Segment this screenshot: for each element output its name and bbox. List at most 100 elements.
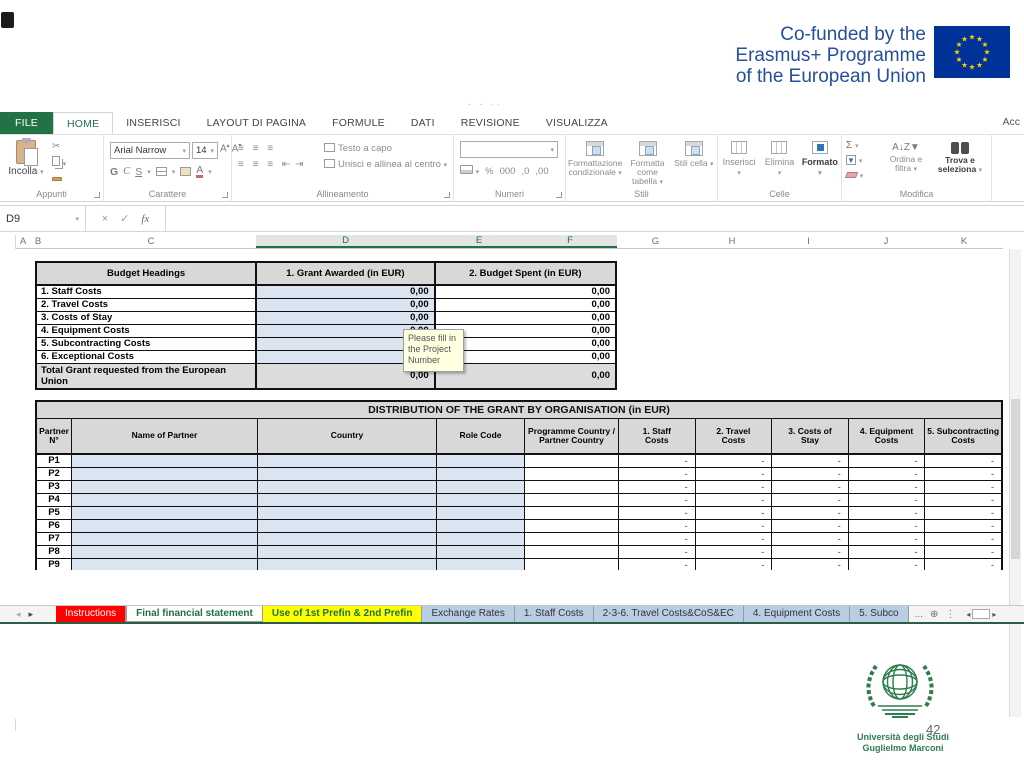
- equipment-costs-cell[interactable]: -: [849, 507, 926, 519]
- programme-country-cell[interactable]: [525, 507, 619, 519]
- travel-costs-cell[interactable]: -: [696, 455, 773, 467]
- country-cell[interactable]: [258, 507, 437, 519]
- role-code-cell[interactable]: [437, 507, 525, 519]
- partner-number-cell[interactable]: P8: [37, 546, 72, 558]
- staff-costs-cell[interactable]: -: [619, 481, 696, 493]
- format-button[interactable]: Formato▾: [801, 140, 839, 187]
- table-header-cell[interactable]: Name of Partner: [72, 419, 258, 453]
- country-cell[interactable]: [258, 520, 437, 532]
- sheet-tab[interactable]: Instructions: [56, 606, 126, 622]
- costs-of-stay-cell[interactable]: -: [772, 455, 849, 467]
- costs-of-stay-cell[interactable]: -: [772, 507, 849, 519]
- costs-of-stay-cell[interactable]: -: [772, 559, 849, 570]
- role-code-cell[interactable]: [437, 546, 525, 558]
- country-cell[interactable]: [258, 533, 437, 545]
- sheet-tab[interactable]: Use of 1st Prefin & 2nd Prefin: [263, 606, 423, 622]
- role-code-cell[interactable]: [437, 468, 525, 480]
- travel-costs-cell[interactable]: -: [696, 468, 773, 480]
- budget-spent-cell[interactable]: 0,00: [436, 299, 615, 311]
- scrollbar-thumb[interactable]: [972, 609, 990, 619]
- name-box[interactable]: D9 ▾: [0, 206, 86, 231]
- cut-button[interactable]: ✂: [52, 141, 66, 152]
- partner-number-cell[interactable]: P3: [37, 481, 72, 493]
- partner-name-cell[interactable]: [72, 455, 258, 467]
- subcontracting-costs-cell[interactable]: -: [925, 546, 1001, 558]
- subcontracting-costs-cell[interactable]: -: [925, 481, 1001, 493]
- insert-function-button[interactable]: fx: [141, 213, 149, 225]
- costs-of-stay-cell[interactable]: -: [772, 520, 849, 532]
- programme-country-cell[interactable]: [525, 494, 619, 506]
- sort-filter-button[interactable]: A↓Z▼ Ordina efiltra ▾: [882, 141, 930, 174]
- equipment-costs-cell[interactable]: -: [849, 468, 926, 480]
- country-cell[interactable]: [258, 546, 437, 558]
- column-header[interactable]: I: [770, 235, 847, 248]
- equipment-costs-cell[interactable]: -: [849, 455, 926, 467]
- equipment-costs-cell[interactable]: -: [849, 494, 926, 506]
- clear-button[interactable]: ▾: [846, 170, 863, 183]
- partner-name-cell[interactable]: [72, 559, 258, 570]
- table-header-cell[interactable]: 4. Equipment Costs: [849, 419, 926, 453]
- costs-of-stay-cell[interactable]: -: [772, 533, 849, 545]
- budget-heading-cell[interactable]: 3. Costs of Stay: [37, 312, 257, 324]
- programme-country-cell[interactable]: [525, 481, 619, 493]
- role-code-cell[interactable]: [437, 494, 525, 506]
- scroll-right-icon[interactable]: ▸: [992, 610, 996, 619]
- programme-country-cell[interactable]: [525, 546, 619, 558]
- equipment-costs-cell[interactable]: -: [849, 481, 926, 493]
- table-header-cell[interactable]: 1. Grant Awarded (in EUR): [257, 263, 435, 284]
- budget-heading-cell[interactable]: 6. Exceptional Costs: [37, 351, 257, 363]
- underline-button[interactable]: S: [135, 166, 142, 178]
- partner-name-cell[interactable]: [72, 533, 258, 545]
- font-color-button[interactable]: A: [196, 165, 203, 178]
- role-code-cell[interactable]: [437, 520, 525, 532]
- role-code-cell[interactable]: [437, 533, 525, 545]
- costs-of-stay-cell[interactable]: -: [772, 494, 849, 506]
- format-painter-button[interactable]: [52, 173, 66, 184]
- grant-awarded-cell[interactable]: 0,00: [257, 286, 435, 298]
- travel-costs-cell[interactable]: -: [696, 520, 773, 532]
- account-text[interactable]: Acc: [1002, 116, 1020, 128]
- column-header[interactable]: H: [694, 235, 770, 248]
- equipment-costs-cell[interactable]: -: [849, 559, 926, 570]
- increase-decimal-button[interactable]: ,0: [521, 166, 529, 177]
- travel-costs-cell[interactable]: -: [696, 559, 773, 570]
- cell-styles-button[interactable]: Stili cella ▾: [673, 140, 715, 187]
- table-header-cell[interactable]: Budget Headings: [37, 263, 257, 284]
- sheet-tab[interactable]: 2-3-6. Travel Costs&CoS&EC: [594, 606, 744, 622]
- column-header[interactable]: G: [617, 235, 694, 248]
- programme-country-cell[interactable]: [525, 559, 619, 570]
- number-format-select[interactable]: ▾: [460, 141, 558, 158]
- table-header-cell[interactable]: Country: [258, 419, 437, 453]
- horizontal-align-buttons[interactable]: ≡ ≡ ≡ ⇤ ⇥: [238, 157, 304, 173]
- partner-name-cell[interactable]: [72, 520, 258, 532]
- staff-costs-cell[interactable]: -: [619, 520, 696, 532]
- subcontracting-costs-cell[interactable]: -: [925, 494, 1001, 506]
- table-header-cell[interactable]: 2. Travel Costs: [696, 419, 773, 453]
- font-name-select[interactable]: Arial Narrow▾: [110, 142, 190, 159]
- formula-input[interactable]: [166, 206, 1024, 231]
- travel-costs-cell[interactable]: -: [696, 507, 773, 519]
- find-select-button[interactable]: Trova eseleziona ▾: [936, 141, 984, 175]
- sheet-tab[interactable]: 1. Staff Costs: [515, 606, 594, 622]
- comma-style-button[interactable]: 000: [500, 166, 516, 177]
- paste-button[interactable]: Incolla ▾: [6, 140, 46, 177]
- grant-awarded-cell[interactable]: 0,00: [257, 312, 435, 324]
- staff-costs-cell[interactable]: -: [619, 559, 696, 570]
- fill-color-icon[interactable]: [180, 167, 191, 176]
- programme-country-cell[interactable]: [525, 455, 619, 467]
- cancel-button[interactable]: ×: [102, 213, 108, 225]
- ribbon-tab[interactable]: LAYOUT DI PAGINA: [194, 112, 319, 134]
- staff-costs-cell[interactable]: -: [619, 507, 696, 519]
- tab-scroll-left-icon[interactable]: ◂: [16, 609, 21, 620]
- indent-buttons[interactable]: ⇤ ⇥: [282, 159, 305, 170]
- grow-font-button[interactable]: A▴: [220, 142, 230, 159]
- country-cell[interactable]: [258, 559, 437, 570]
- column-header[interactable]: J: [847, 235, 925, 248]
- staff-costs-cell[interactable]: -: [619, 533, 696, 545]
- subcontracting-costs-cell[interactable]: -: [925, 468, 1001, 480]
- new-sheet-button[interactable]: ⊕: [930, 609, 938, 620]
- column-header[interactable]: A: [16, 235, 30, 248]
- scroll-left-icon[interactable]: ◂: [966, 610, 970, 619]
- borders-icon[interactable]: [156, 167, 167, 176]
- partner-name-cell[interactable]: [72, 481, 258, 493]
